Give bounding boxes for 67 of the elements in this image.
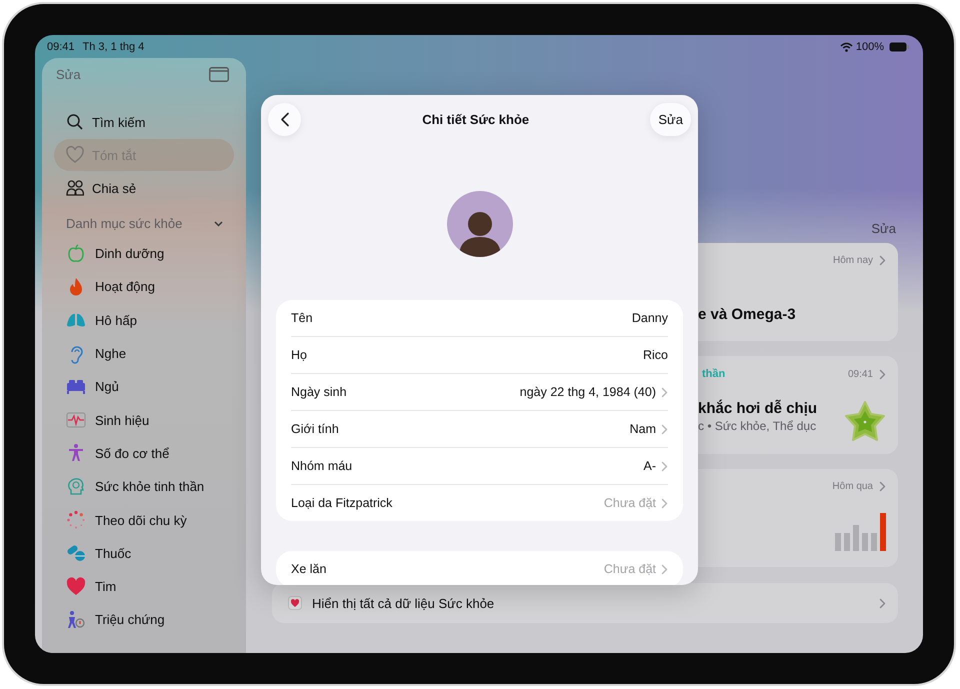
apple-icon	[66, 244, 86, 264]
show-all-row[interactable]: Hiển thị tất cả dữ liệu Sức khỏe	[272, 583, 898, 623]
category-item[interactable]: Theo dõi chu kỳ	[66, 503, 246, 537]
row-value: Rico	[642, 348, 668, 362]
category-item[interactable]: Hoạt động	[66, 270, 246, 304]
row-value: Chưa đặt	[604, 562, 656, 576]
category-item[interactable]: Thuốc	[66, 536, 246, 570]
category-item[interactable]: Ngủ	[66, 370, 246, 404]
sheet-title: Chi tiết Sức khỏe	[422, 112, 530, 127]
pulse-icon	[66, 410, 86, 430]
row-label: Nhóm máu	[291, 459, 354, 473]
battery-percent: 100%	[856, 41, 884, 53]
status-time: 09:41	[47, 41, 75, 53]
bars-drawing	[835, 513, 886, 551]
flower-icon	[844, 400, 886, 442]
back-button[interactable]	[268, 103, 301, 136]
heart-icon	[66, 146, 84, 164]
card-time: Hôm nay	[832, 255, 873, 266]
category-item[interactable]: Hô hấp	[66, 304, 246, 337]
category-item[interactable]: Triệu chứng	[66, 603, 246, 637]
row-label: Ngày sinh	[291, 385, 348, 399]
card-subtitle: c • Sức khỏe, Thể dục	[698, 419, 818, 433]
figure-magnifier-icon	[66, 610, 86, 630]
category-item[interactable]: Số đo cơ thể	[66, 436, 246, 470]
row-label: Giới tính	[291, 422, 340, 436]
sidebar-toggle-icon[interactable]	[209, 67, 229, 82]
chevron-icon	[879, 368, 886, 380]
row-value: Danny	[632, 311, 668, 325]
category-item[interactable]: Sức khỏe tinh thần	[66, 470, 246, 504]
row-value: Nam	[630, 422, 656, 436]
status-date: Th 3, 1 thg 4	[82, 41, 144, 53]
chevron-icon	[879, 598, 886, 608]
category-item[interactable]: Dinh dưỡng	[66, 237, 246, 270]
dots-ring-icon	[66, 510, 86, 530]
card-time: 09:41	[848, 368, 873, 380]
show-all-label: Hiển thị tất cả dữ liệu Sức khỏe	[312, 596, 496, 610]
category-item[interactable]: Tim	[66, 570, 246, 604]
row-value: ngày 22 thg 4, 1984 (40)	[520, 385, 656, 399]
category-item[interactable]: Sinh hiệu	[66, 403, 246, 437]
chevron-icon	[879, 481, 886, 492]
section-header: Danh mục sức khỏe	[66, 216, 182, 231]
back-chevron-icon	[280, 112, 290, 127]
sidebar-item[interactable]: Chia sẻ	[54, 172, 234, 204]
card-time: Hôm qua	[832, 481, 873, 492]
card-title: e và Omega-3	[698, 306, 797, 323]
health-app-icon	[288, 596, 302, 610]
category-item[interactable]: Nghe	[66, 336, 246, 370]
battery-icon	[889, 42, 909, 52]
heart-icon	[66, 576, 86, 597]
pills-icon	[66, 543, 86, 564]
row-value: A-	[644, 459, 656, 473]
row-label: Tên	[291, 311, 314, 325]
people-icon	[66, 179, 84, 197]
edit-link[interactable]: Sửa	[871, 221, 896, 236]
card-title: khắc hơi dễ chịu	[698, 400, 818, 417]
chevron-icon	[879, 255, 886, 266]
edit-button[interactable]: Sửa	[650, 103, 691, 136]
search-icon	[66, 113, 84, 131]
sidebar-item[interactable]: Tìm kiếm	[54, 106, 234, 138]
row-label: Loại da Fitzpatrick	[291, 496, 394, 510]
row-value: Chưa đặt	[604, 496, 656, 510]
brain-head-icon	[66, 476, 86, 497]
row-label: Xe lăn	[291, 562, 328, 576]
card-category: thần	[702, 368, 726, 380]
row-label: Họ	[291, 348, 308, 362]
figure-icon	[66, 443, 86, 464]
wifi-icon	[840, 42, 853, 52]
